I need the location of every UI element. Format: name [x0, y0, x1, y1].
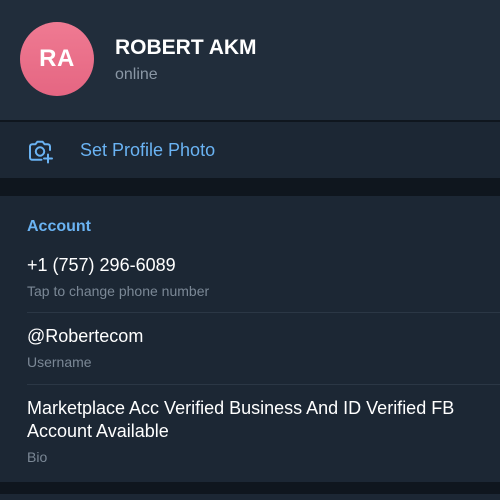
account-section: Account +1 (757) 296-6089 Tap to change …: [0, 196, 500, 482]
phone-field[interactable]: +1 (757) 296-6089 Tap to change phone nu…: [27, 254, 487, 300]
bio-label: Bio: [27, 449, 48, 465]
camera-add-icon: [29, 140, 53, 164]
phone-hint: Tap to change phone number: [27, 283, 210, 299]
bio-value: Marketplace Acc Verified Business And ID…: [27, 398, 455, 441]
account-section-title: Account: [27, 218, 91, 235]
avatar-initials: RA: [39, 45, 75, 72]
profile-name: ROBERT AKM: [115, 36, 257, 59]
set-profile-photo-label: Set Profile Photo: [80, 140, 216, 160]
bio-field[interactable]: Marketplace Acc Verified Business And ID…: [27, 397, 487, 466]
username-field[interactable]: @Robertecom Username: [27, 325, 487, 371]
set-profile-photo-button[interactable]: Set Profile Photo: [0, 122, 500, 178]
avatar[interactable]: RA: [20, 22, 94, 96]
divider: [27, 384, 500, 385]
phone-number: +1 (757) 296-6089: [27, 255, 176, 275]
username-value: @Robertecom: [27, 326, 144, 346]
divider: [27, 312, 500, 313]
username-label: Username: [27, 354, 92, 370]
next-section-edge: [0, 494, 500, 500]
profile-header: RA ROBERT AKM online: [0, 0, 500, 120]
online-status: online: [115, 66, 158, 83]
